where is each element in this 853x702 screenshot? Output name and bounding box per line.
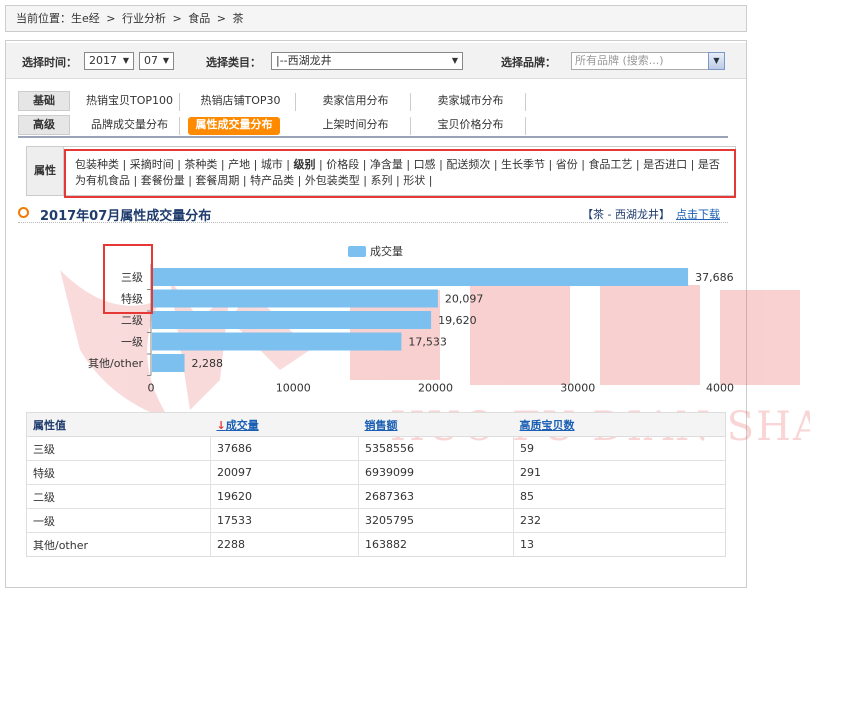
table-cell: 37686: [210, 436, 359, 461]
table-cell: 291: [513, 460, 726, 485]
year-select[interactable]: 2017 ▼: [84, 52, 134, 70]
category-label: 其他/other: [88, 357, 143, 370]
table-cell: 163882: [358, 532, 514, 557]
breadcrumb-sep: >: [172, 12, 182, 25]
highlight-box-attributes: [64, 149, 736, 198]
breadcrumb-current: 茶: [232, 12, 244, 25]
bar: [152, 311, 432, 329]
table-cell: 2288: [210, 532, 359, 557]
data-label: 37,686: [695, 271, 734, 284]
tab-price-distribution[interactable]: 宝贝价格分布: [416, 117, 526, 135]
chevron-down-icon: ▼: [451, 56, 458, 65]
section-title: 2017年07月属性成交量分布: [40, 209, 212, 224]
sort-down-icon: ↓: [216, 418, 226, 432]
breadcrumb-prefix: 当前位置：生e经: [16, 12, 100, 25]
section-header: 2017年07月属性成交量分布 【茶 - 西湖龙井】 点击下载: [18, 205, 728, 224]
category-select[interactable]: |--西湖龙井 ▼: [271, 52, 463, 70]
col-volume[interactable]: ↓成交量: [210, 412, 359, 437]
bar: [152, 332, 402, 351]
tab-seller-city[interactable]: 卖家城市分布: [416, 93, 526, 111]
legend-swatch: [348, 246, 366, 257]
col-sales[interactable]: 销售额: [358, 412, 514, 437]
legend-label: 成交量: [370, 244, 403, 258]
table-header-row: 属性值 ↓成交量 销售额 高质宝贝数: [26, 412, 726, 437]
tab-hot-items[interactable]: 热销宝贝TOP100: [80, 93, 180, 111]
year-value: 2017: [89, 54, 117, 67]
section-tag: 【茶 - 西湖龙井】: [582, 208, 670, 221]
table-cell: 特级: [26, 460, 211, 485]
data-table: 属性值 ↓成交量 销售额 高质宝贝数 三级 37686 5358556 59 特级 200…: [26, 412, 726, 557]
download-link[interactable]: 点击下载: [676, 208, 720, 221]
data-label: 19,620: [438, 314, 477, 327]
month-value: 07: [144, 54, 158, 67]
table-cell: 13: [513, 532, 726, 557]
table-cell: 二级: [26, 484, 211, 509]
table-row: 特级 20097 6939099 291: [26, 460, 726, 485]
table-cell: 其他/other: [26, 532, 211, 557]
table-cell: 三级: [26, 436, 211, 461]
col-quality-items[interactable]: 高质宝贝数: [513, 412, 726, 437]
tab-hot-shops[interactable]: 热销店铺TOP30: [186, 93, 296, 111]
tab-row-basic: 基础 热销宝贝TOP100 热销店铺TOP30 卖家信用分布 卖家城市分布: [18, 91, 728, 111]
table-row: 一级 17533 3205795 232: [26, 508, 726, 533]
col-volume-label: 成交量: [225, 418, 259, 432]
data-label: 20,097: [445, 293, 484, 306]
tab-row-advanced: 高级 品牌成交量分布 属性成交量分布 上架时间分布 宝贝价格分布: [18, 115, 728, 135]
section-meta: 【茶 - 西湖龙井】 点击下载: [582, 206, 720, 222]
tab-divider: [18, 136, 728, 138]
table-cell: 2687363: [358, 484, 514, 509]
table-row: 其他/other 2288 163882 13: [26, 532, 726, 557]
col-attribute: 属性值: [26, 412, 211, 437]
bar: [152, 268, 689, 286]
category-label: 二级: [121, 314, 143, 327]
bar: [152, 289, 438, 308]
brand-dropdown-button[interactable]: ▼: [708, 52, 725, 70]
table-cell: 5358556: [358, 436, 514, 461]
tab-level-basic: 基础: [18, 91, 70, 111]
x-tick-label: 10000: [276, 382, 311, 395]
data-label: 17,533: [408, 336, 447, 349]
category-value: |--西湖龙井: [276, 54, 332, 67]
category-label: 一级: [121, 336, 143, 349]
circle-bullet-icon: [18, 207, 29, 218]
table-cell: 59: [513, 436, 726, 461]
table-row: 二级 19620 2687363 85: [26, 484, 726, 509]
time-label: 选择时间：: [22, 56, 77, 69]
tab-listing-time[interactable]: 上架时间分布: [301, 117, 411, 135]
breadcrumb-sep: >: [106, 12, 116, 25]
highlight-box-labels: [103, 244, 153, 314]
table-cell: 20097: [210, 460, 359, 485]
chevron-down-icon: ▼: [122, 56, 129, 65]
report-tabs: 基础 热销宝贝TOP100 热销店铺TOP30 卖家信用分布 卖家城市分布 高级…: [18, 91, 728, 139]
chevron-down-icon: ▼: [162, 56, 169, 65]
breadcrumb-link-food[interactable]: 食品: [188, 12, 210, 25]
x-tick-label: 30000: [560, 382, 595, 395]
table-cell: 85: [513, 484, 726, 509]
tab-seller-credit[interactable]: 卖家信用分布: [301, 93, 411, 111]
breadcrumb-sep: >: [216, 12, 226, 25]
tab-brand-volume[interactable]: 品牌成交量分布: [80, 117, 180, 135]
x-tick-label: 0: [148, 382, 155, 395]
tab-level-advanced: 高级: [18, 115, 70, 135]
table-cell: 6939099: [358, 460, 514, 485]
breadcrumb-link-industry[interactable]: 行业分析: [122, 12, 166, 25]
brand-label: 选择品牌：: [501, 56, 556, 69]
table-cell: 一级: [26, 508, 211, 533]
bar: [152, 354, 185, 372]
x-tick-label: 4000: [706, 382, 734, 395]
tab-attribute-volume[interactable]: 属性成交量分布: [188, 117, 280, 135]
attribute-label: 属性: [27, 147, 64, 195]
breadcrumb: 当前位置：生e经 > 行业分析 > 食品 > 茶: [5, 5, 747, 32]
table-row: 三级 37686 5358556 59: [26, 436, 726, 461]
table-cell: 19620: [210, 484, 359, 509]
month-select[interactable]: 07 ▼: [139, 52, 174, 70]
table-cell: 232: [513, 508, 726, 533]
category-label: 选择类目：: [206, 56, 261, 69]
table-cell: 3205795: [358, 508, 514, 533]
x-tick-label: 20000: [418, 382, 453, 395]
data-label: 2,288: [192, 357, 224, 370]
brand-search-input[interactable]: 所有品牌 (搜索...): [571, 52, 721, 70]
table-cell: 17533: [210, 508, 359, 533]
filter-bar: 选择时间： 2017 ▼ 07 ▼ 选择类目： |--西湖龙井 ▼ 选择品牌： 所有品…: [6, 43, 746, 79]
